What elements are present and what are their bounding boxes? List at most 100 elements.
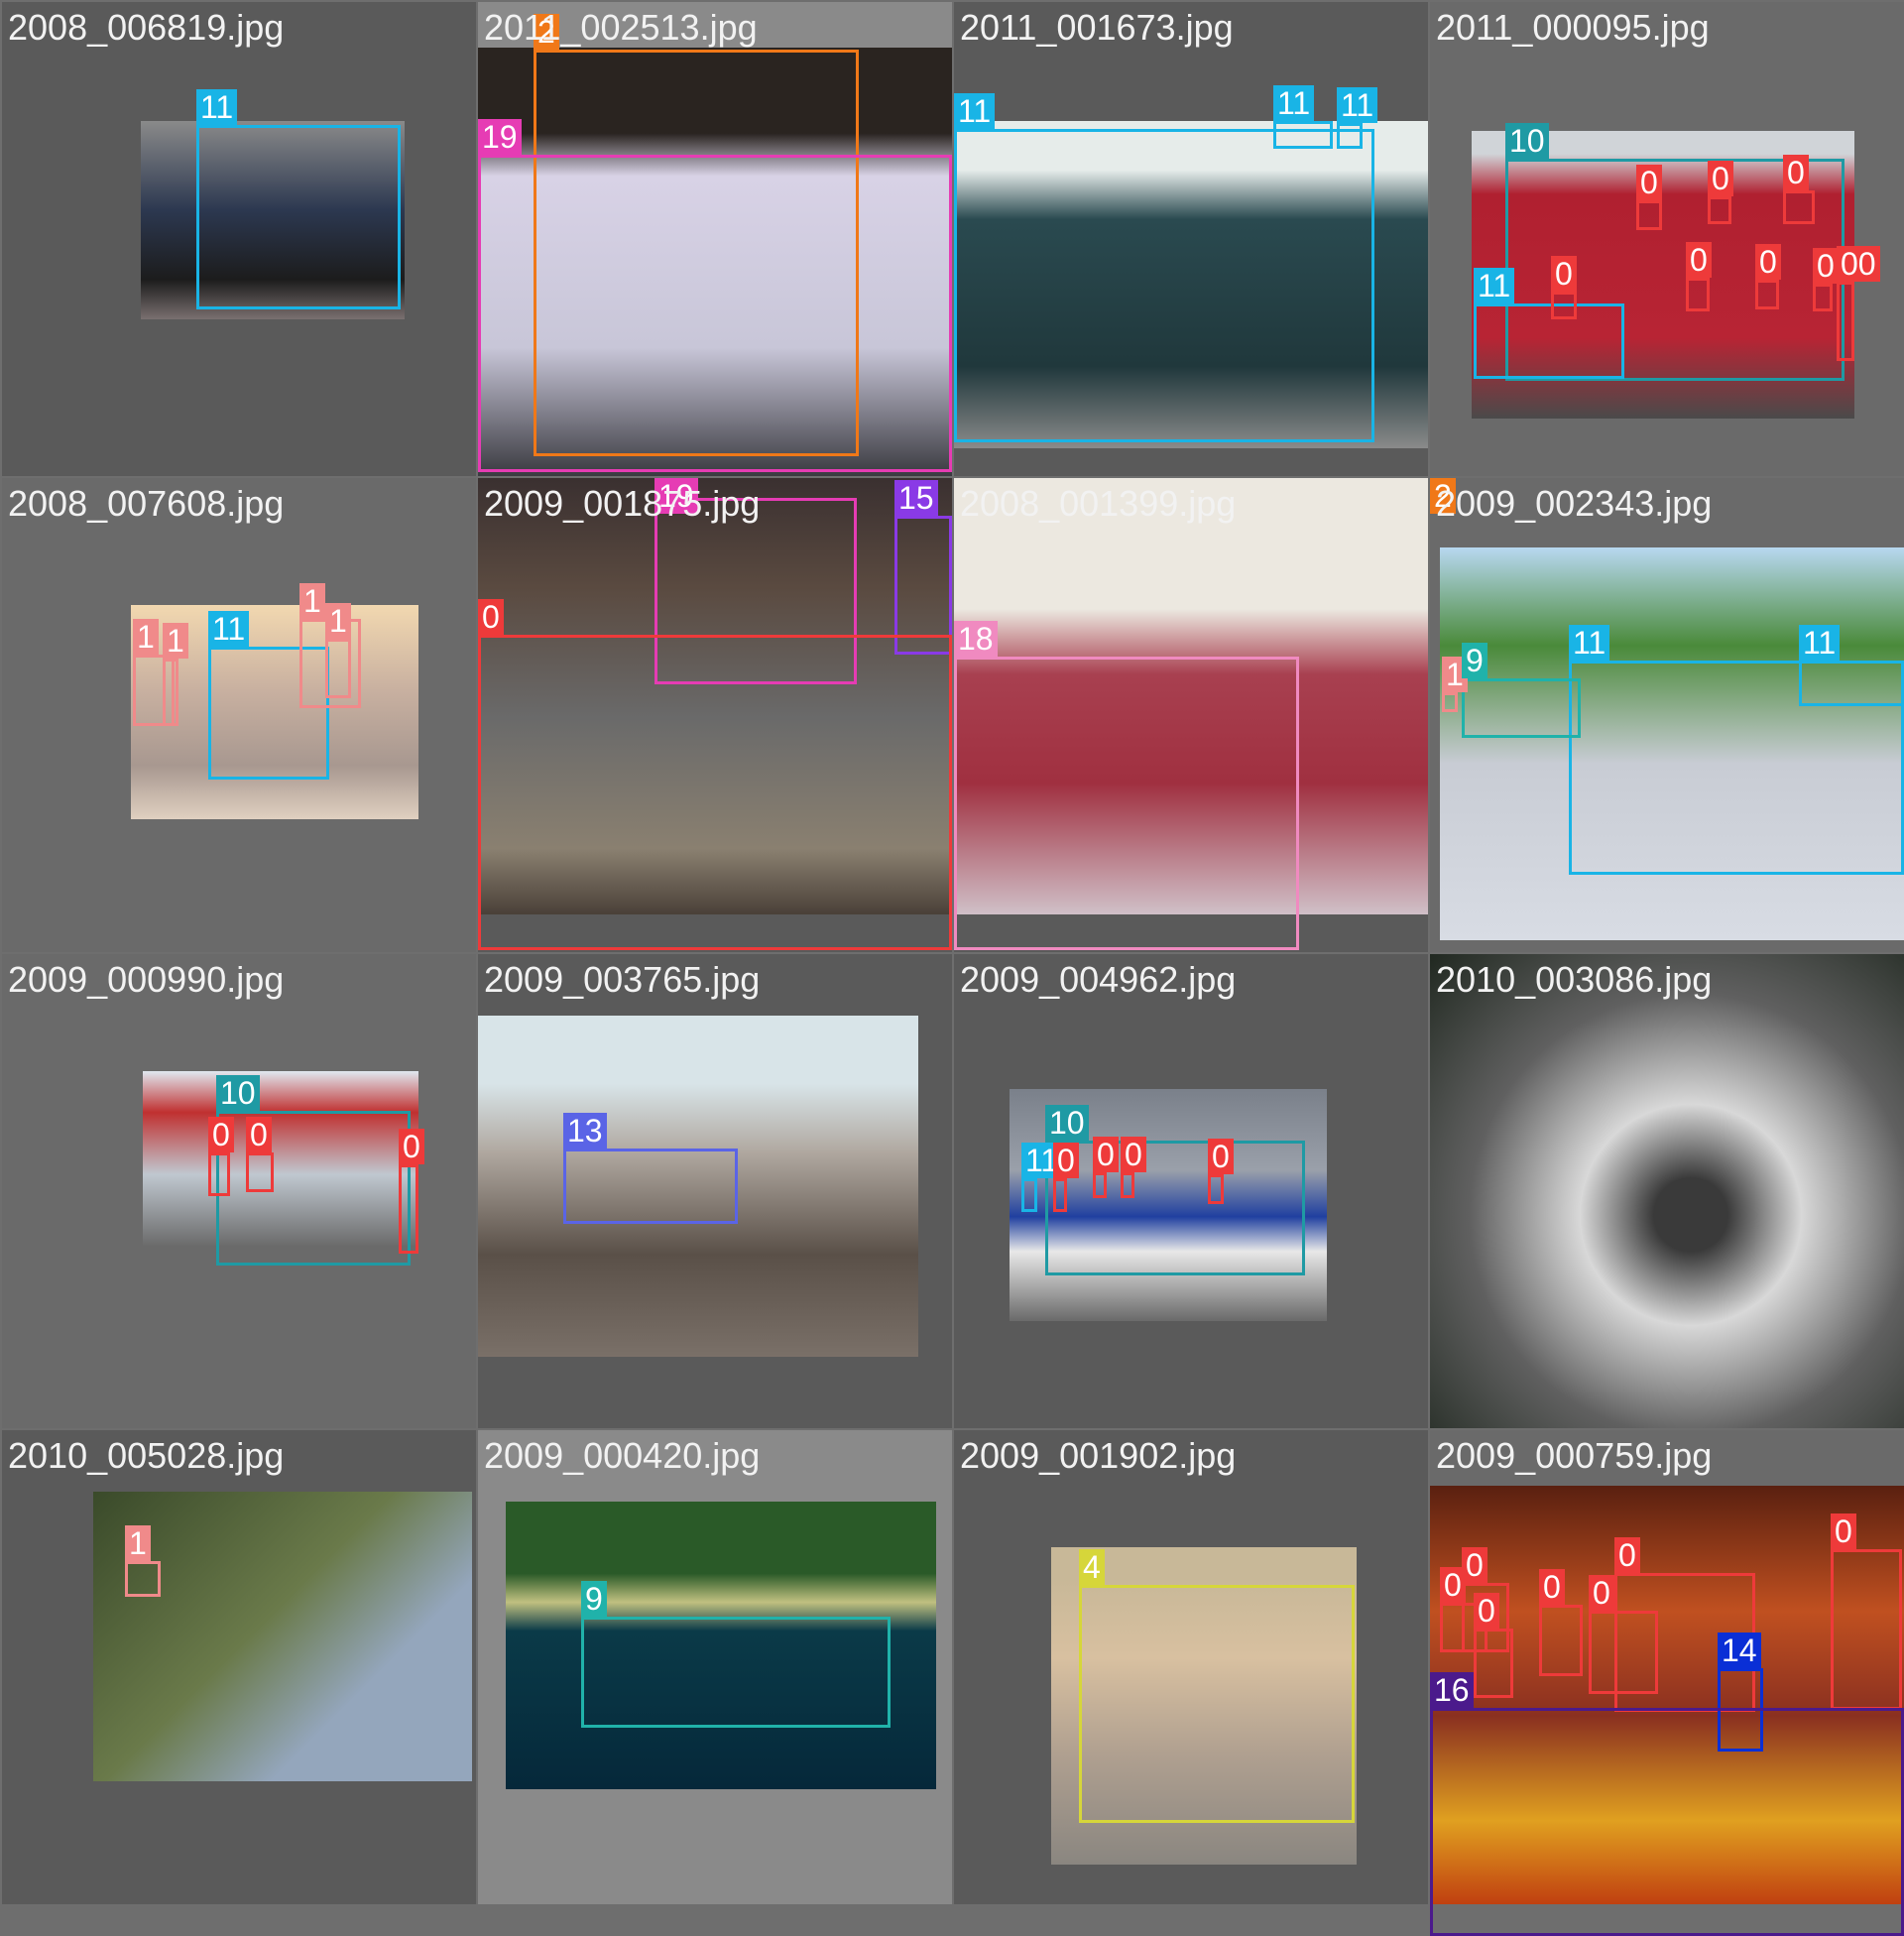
image-filename: 2008_007608.jpg: [8, 483, 285, 524]
mosaic-tile: 2009_000990.jpg 10 0 0 0: [2, 954, 476, 1428]
image-filename: 2009_000759.jpg: [1436, 1435, 1713, 1476]
class-label: 0: [1462, 1547, 1488, 1583]
detection-box: [325, 639, 351, 698]
detection-box: [1462, 678, 1581, 738]
mosaic-tile: 2009_002343.jpg 11 1 9 11 2: [1430, 478, 1904, 952]
image-filename: 2009_000420.jpg: [484, 1435, 761, 1476]
detection-box: [1208, 1174, 1224, 1204]
detection-box: [1755, 280, 1779, 309]
image-filename: 2011_001673.jpg: [960, 7, 1234, 48]
detection-box: [1079, 1585, 1355, 1823]
image-filename: 2010_005028.jpg: [8, 1435, 285, 1476]
detection-box: [1442, 692, 1458, 712]
detection-box: [581, 1617, 891, 1728]
class-label: 9: [581, 1581, 607, 1617]
class-label: 0: [1783, 155, 1809, 190]
detection-box: [1337, 123, 1363, 149]
detection-box: [1551, 292, 1577, 319]
class-label: 9: [1462, 643, 1488, 678]
class-label: 11: [208, 611, 250, 647]
mosaic-grid: 2008_006819.jpg 11 2011_002513.jpg 2 19 2011_…: [0, 0, 1904, 1936]
class-label: 1: [325, 603, 351, 639]
detection-box: [478, 155, 952, 472]
detection-box: [954, 129, 1374, 442]
mosaic-tile: 2011_002513.jpg 2 19: [478, 2, 952, 476]
detection-box: [196, 125, 401, 309]
image-filename: 2009_002343.jpg: [1436, 483, 1713, 524]
class-label: 00: [1837, 246, 1880, 282]
mosaic-tile: 2009_004962.jpg 10 11 0 0 0 0: [954, 954, 1428, 1428]
detection-box: [563, 1149, 738, 1224]
detection-box: [478, 635, 952, 950]
detection-box: [1783, 190, 1815, 224]
mosaic-tile: 2009_000759.jpg 0 0 0 0 0 0 0 14 16: [1430, 1430, 1904, 1936]
class-label: 16: [1430, 1672, 1474, 1708]
detection-box: [125, 1561, 161, 1597]
class-label: 18: [954, 621, 998, 657]
class-label: 1: [163, 623, 188, 659]
image-filename: 2011_000095.jpg: [1436, 7, 1710, 48]
mosaic-tile: 2008_006819.jpg 11: [2, 2, 476, 476]
detection-box: [399, 1164, 418, 1254]
detection-box: [1045, 1141, 1305, 1275]
class-label: 0: [1539, 1569, 1565, 1605]
image-filename: 2009_001875.jpg: [484, 483, 761, 524]
detection-box: [1837, 282, 1854, 361]
mosaic-tile: 2011_001673.jpg 11 11 11: [954, 2, 1428, 476]
mosaic-tile: 2009_001902.jpg 4: [954, 1430, 1428, 1904]
class-label: 0: [1053, 1143, 1079, 1178]
image-filename: 2009_000990.jpg: [8, 959, 285, 1000]
class-label: 0: [246, 1117, 272, 1152]
image-filename: 2009_001902.jpg: [960, 1435, 1237, 1476]
class-label: 0: [1093, 1137, 1119, 1172]
detection-box: [1053, 1178, 1067, 1212]
class-label: 0: [1121, 1137, 1146, 1172]
class-label: 1: [133, 619, 159, 655]
detection-box: [1831, 1549, 1902, 1710]
detection-box: [1273, 121, 1333, 149]
class-label: 1: [125, 1525, 151, 1561]
class-label: 1: [299, 583, 325, 619]
detection-box: [1636, 200, 1662, 230]
class-label: 11: [1799, 625, 1841, 661]
detection-box: [1021, 1178, 1037, 1212]
class-label: 11: [196, 89, 238, 125]
detection-box: [1430, 1708, 1904, 1936]
class-label: 0: [1708, 161, 1733, 196]
mosaic-tile: 2010_003086.jpg: [1430, 954, 1904, 1428]
class-label: 0: [1813, 248, 1839, 284]
image-filename: 2008_001399.jpg: [960, 483, 1237, 524]
detection-box: [208, 1152, 230, 1196]
class-label: 15: [894, 480, 938, 516]
detection-box: [1121, 1172, 1134, 1198]
class-label: 0: [208, 1117, 234, 1152]
detection-box: [246, 1152, 274, 1192]
class-label: 11: [1337, 87, 1378, 123]
class-label: 0: [399, 1129, 424, 1164]
image-filename: 2010_003086.jpg: [1436, 959, 1713, 1000]
mosaic-tile: 2010_005028.jpg 1: [2, 1430, 476, 1904]
detection-box: [1686, 278, 1710, 311]
detection-box: [1813, 284, 1833, 311]
class-label: 14: [1718, 1633, 1761, 1668]
class-label: 11: [1474, 268, 1515, 303]
class-label: 0: [1755, 244, 1781, 280]
image-filename: 2009_004962.jpg: [960, 959, 1237, 1000]
detection-box: [1474, 303, 1624, 379]
detection-box: [1708, 196, 1731, 224]
mosaic-tile: 2008_001399.jpg 18: [954, 478, 1428, 952]
detection-box: [954, 657, 1299, 950]
class-label: 0: [1589, 1575, 1614, 1611]
class-label: 0: [1474, 1593, 1499, 1629]
detection-box: [163, 659, 178, 726]
image-filename: 2008_006819.jpg: [8, 7, 285, 48]
class-label: 0: [478, 599, 504, 635]
mosaic-tile: 2011_000095.jpg 10 0 0 0 11 0 0 0 0 00: [1430, 2, 1904, 476]
class-label: 0: [1208, 1139, 1234, 1174]
mosaic-tile: 2008_007608.jpg 1 1 11 1 1: [2, 478, 476, 952]
image-filename: 2009_003765.jpg: [484, 959, 761, 1000]
class-label: 0: [1831, 1513, 1856, 1549]
class-label: 11: [1569, 625, 1610, 661]
class-label: 11: [1273, 85, 1315, 121]
detection-box: [1093, 1172, 1107, 1198]
